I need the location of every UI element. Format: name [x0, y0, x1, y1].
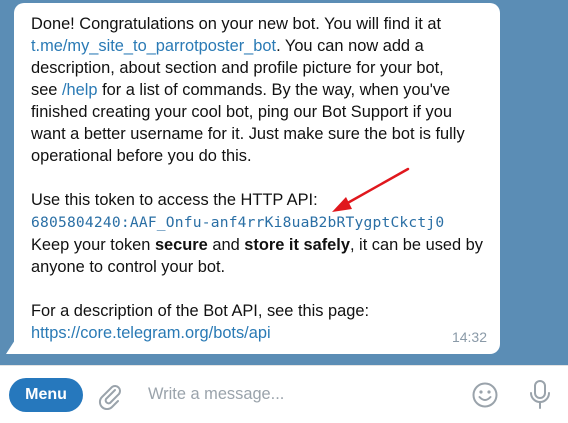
message-text: Keep your token — [31, 236, 155, 254]
message-text: want a better username for it. Just make… — [31, 125, 465, 143]
message-text: For a description of the Bot API, see th… — [31, 302, 370, 320]
message-line: Done! Congratulations on your new bot. Y… — [31, 13, 484, 35]
message-text: operational before you do this. — [31, 147, 252, 165]
message-line: 6805804240:AAF_Onfu-anf4rrKi8uaB2bRTygpt… — [31, 211, 484, 234]
message-text: anyone to control your bot. — [31, 258, 226, 276]
menu-button[interactable]: Menu — [9, 378, 83, 412]
message-line: Keep your token secure and store it safe… — [31, 234, 484, 256]
message-text: Done! Congratulations on your new bot. Y… — [31, 15, 442, 33]
red-arrow-annotation — [332, 167, 410, 212]
message-text: and — [207, 236, 245, 254]
bot-api-link[interactable]: https://core.telegram.org/bots/api — [31, 324, 271, 342]
message-input[interactable]: Write a message... — [148, 385, 284, 404]
paperclip-icon[interactable] — [96, 382, 124, 415]
message-line: anyone to control your bot. — [31, 256, 484, 278]
message-line: For a description of the Bot API, see th… — [31, 300, 484, 322]
message-text: . You can now add a — [276, 37, 424, 55]
message-text: finished creating your cool bot, ping ou… — [31, 103, 452, 121]
message-input-bar: Menu Write a message... — [0, 365, 568, 423]
message-line: description, about section and profile p… — [31, 57, 484, 79]
emoji-icon[interactable] — [471, 381, 499, 414]
help-command-link[interactable]: /help — [62, 81, 98, 99]
message-timestamp: 14:32 — [451, 329, 487, 345]
message-text: description, about section and profile p… — [31, 59, 444, 77]
message-line: finished creating your cool bot, ping ou… — [31, 101, 484, 123]
message-line: want a better username for it. Just make… — [31, 123, 484, 145]
bot-link[interactable]: t.me/my_site_to_parrotposter_bot — [31, 37, 276, 55]
chat-area: Done! Congratulations on your new bot. Y… — [0, 0, 568, 365]
api-token[interactable]: 6805804240:AAF_Onfu-anf4rrKi8uaB2bRTygpt… — [31, 214, 444, 231]
bold-text: secure — [154, 236, 208, 254]
bot-message-bubble: Done! Congratulations on your new bot. Y… — [14, 3, 500, 354]
message-text: for a list of commands. By the way, when… — [97, 81, 451, 99]
message-line: see /help for a list of commands. By the… — [31, 79, 484, 101]
message-text: , it can be used by — [349, 236, 483, 254]
message-line: https://core.telegram.org/bots/api — [31, 322, 484, 344]
token-intro-text: Use this token to access the HTTP API: — [31, 191, 318, 209]
message-text: see — [31, 81, 62, 99]
message-line: Use this token to access the HTTP API: — [31, 189, 484, 211]
microphone-icon[interactable] — [528, 379, 552, 416]
bold-text: store it safely — [244, 236, 350, 254]
message-line: operational before you do this. — [31, 145, 484, 167]
message-line: t.me/my_site_to_parrotposter_bot. You ca… — [31, 35, 484, 57]
